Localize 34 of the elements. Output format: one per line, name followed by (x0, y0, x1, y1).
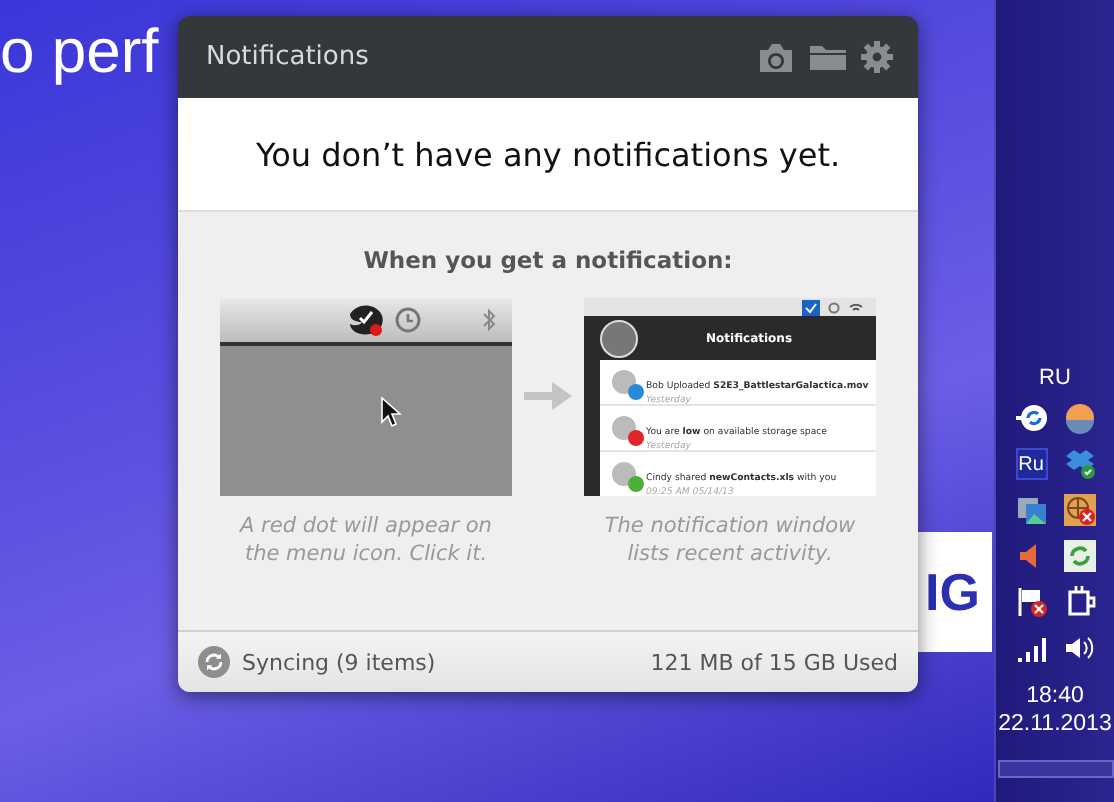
window-title: Notifications (206, 42, 371, 72)
settings-icon[interactable] (860, 40, 894, 74)
globe-error-icon[interactable] (1063, 494, 1095, 526)
flag-error-icon[interactable] (1015, 586, 1047, 618)
clock-date[interactable]: 22.11.2013 (998, 712, 1112, 736)
bluetooth-icon (482, 308, 496, 332)
sync-icon (198, 646, 230, 678)
arrow-icon (524, 382, 572, 410)
cursor-icon (380, 396, 402, 428)
power-plug-icon[interactable] (1063, 586, 1095, 618)
storage-usage: 121 MB of 15 GB Used (650, 649, 898, 675)
sync-icon[interactable] (1015, 402, 1047, 434)
avatar (600, 319, 638, 357)
sun-icon[interactable] (1063, 402, 1095, 434)
folder-icon[interactable] (808, 42, 848, 72)
empty-message: You don’t have any notifications yet. (255, 135, 841, 173)
clock-time[interactable]: 18:40 (1026, 684, 1084, 708)
pictures-icon[interactable] (1015, 494, 1047, 526)
clock-icon (828, 301, 840, 313)
wifi-icon (848, 301, 864, 313)
volume-icon[interactable] (1063, 632, 1095, 664)
app-logo-icon (346, 302, 386, 338)
box-icon[interactable] (1063, 448, 1095, 480)
section-heading: When you get a notification: (363, 246, 733, 274)
step-caption: A red dot will appear on the menu icon. Click it. (237, 512, 494, 568)
sync-status: Syncing (9 items) (242, 649, 438, 675)
signal-icon[interactable] (1015, 632, 1047, 664)
refresh-icon[interactable] (1063, 540, 1095, 572)
keyboard-layout-indicator[interactable]: Ru (1015, 448, 1047, 480)
language-indicator[interactable]: RU (1039, 366, 1071, 390)
clock-icon (394, 306, 422, 334)
wallpaper-text: o perf (0, 16, 159, 88)
app-logo-icon (802, 299, 820, 315)
camera-icon[interactable] (756, 41, 796, 73)
